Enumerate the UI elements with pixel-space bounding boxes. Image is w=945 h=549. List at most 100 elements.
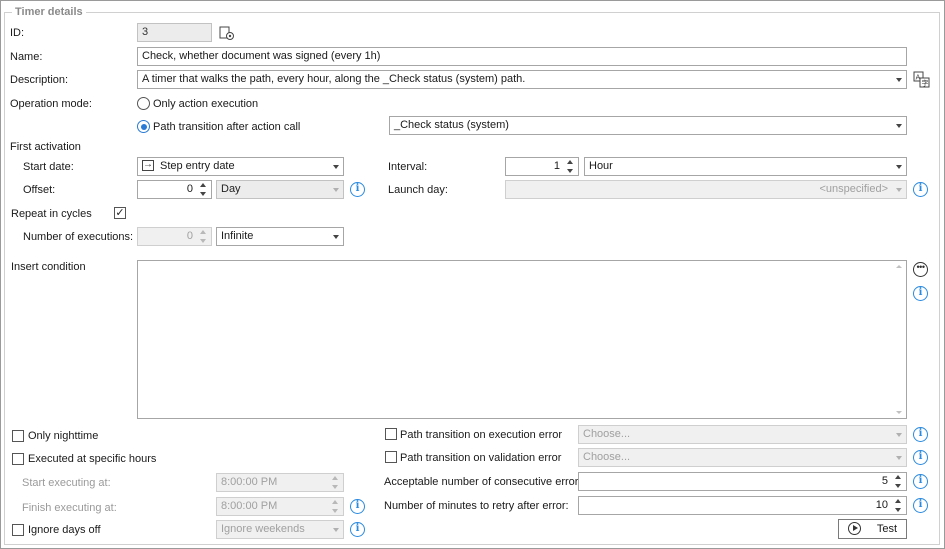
radio-only-action-label: Only action execution xyxy=(153,98,259,110)
executions-label: Number of executions: xyxy=(23,231,134,243)
scroll-down-icon[interactable] xyxy=(896,411,902,414)
consecutive-errors-value: 5 xyxy=(881,475,888,487)
id-field: 3 xyxy=(137,23,212,42)
interval-stepper[interactable]: 1 xyxy=(505,157,579,176)
chevron-down-icon xyxy=(896,433,902,437)
operation-mode-label: Operation mode: xyxy=(10,98,92,110)
spin-arrows-icon[interactable] xyxy=(894,498,904,513)
start-executing-value: 8:00:00 PM xyxy=(221,476,278,488)
launch-day-select[interactable]: <unspecified> xyxy=(505,180,907,199)
interval-value: 1 xyxy=(553,160,560,172)
name-label: Name: xyxy=(10,51,43,63)
chevron-down-icon xyxy=(896,165,902,169)
test-button[interactable]: Test xyxy=(838,519,907,539)
condition-info-icon[interactable]: i xyxy=(913,286,928,301)
start-date-label: Start date: xyxy=(23,161,74,173)
offset-label: Offset: xyxy=(23,184,56,196)
translations-icon[interactable]: A字 xyxy=(913,71,930,88)
consecutive-errors-stepper[interactable]: 5 xyxy=(578,472,907,491)
interval-label: Interval: xyxy=(388,161,428,173)
exec-error-placeholder: Choose... xyxy=(583,428,631,440)
start-date-select[interactable]: Step entry date xyxy=(137,157,344,176)
offset-stepper[interactable]: 0 xyxy=(137,180,212,199)
exec-error-info-icon[interactable]: i xyxy=(913,427,928,442)
chevron-down-icon xyxy=(333,188,339,192)
finish-executing-label: Finish executing at: xyxy=(22,502,117,514)
valid-error-info-icon[interactable]: i xyxy=(913,450,928,465)
offset-value: 0 xyxy=(186,183,193,195)
more-options-icon[interactable]: ••• xyxy=(913,262,928,277)
id-settings-icon[interactable] xyxy=(219,25,235,41)
exec-error-select[interactable]: Choose... xyxy=(578,425,907,444)
description-input[interactable]: A timer that walks the path, every hour,… xyxy=(137,70,907,89)
ignore-days-info-icon[interactable]: i xyxy=(350,522,365,537)
retry-minutes-stepper[interactable]: 10 xyxy=(578,496,907,515)
exec-error-checkbox[interactable] xyxy=(385,428,397,440)
offset-info-icon[interactable]: i xyxy=(350,182,365,197)
ignore-days-value: Ignore weekends xyxy=(221,523,305,535)
consecutive-errors-info-icon[interactable]: i xyxy=(913,474,928,489)
id-label: ID: xyxy=(10,27,25,39)
description-label: Description: xyxy=(10,74,69,86)
ignore-days-select[interactable]: Ignore weekends xyxy=(216,520,344,539)
spin-arrows-icon[interactable] xyxy=(199,229,209,244)
finish-executing-stepper[interactable]: 8:00:00 PM xyxy=(216,497,344,516)
first-activation-label: First activation xyxy=(10,141,81,153)
spin-arrows-icon[interactable] xyxy=(894,474,904,489)
consecutive-errors-label: Acceptable number of consecutive errors: xyxy=(384,476,587,488)
specific-hours-label: Executed at specific hours xyxy=(28,453,157,465)
scroll-up-icon[interactable] xyxy=(896,265,902,268)
retry-minutes-value: 10 xyxy=(875,499,888,511)
step-entry-icon xyxy=(142,158,154,171)
spin-arrows-icon[interactable] xyxy=(331,475,341,490)
executions-value: 0 xyxy=(186,230,193,242)
chevron-down-icon xyxy=(896,78,902,82)
section-title: Timer details xyxy=(12,6,86,18)
retry-minutes-info-icon[interactable]: i xyxy=(913,498,928,513)
svg-text:字: 字 xyxy=(922,79,929,88)
chevron-down-icon xyxy=(896,124,902,128)
ignore-days-off-label: Ignore days off xyxy=(28,524,101,536)
executions-mode-value: Infinite xyxy=(221,230,254,242)
path-select[interactable]: _Check status (system) xyxy=(389,116,907,135)
radio-path-transition[interactable] xyxy=(137,120,150,133)
radio-path-transition-label: Path transition after action call xyxy=(153,121,301,133)
offset-unit-value: Day xyxy=(221,183,241,195)
spin-arrows-icon[interactable] xyxy=(199,182,209,197)
executing-hours-info-icon[interactable]: i xyxy=(350,499,365,514)
repeat-checkbox[interactable]: ✓ xyxy=(114,207,126,219)
chevron-down-icon xyxy=(333,235,339,239)
interval-unit-select[interactable]: Hour xyxy=(584,157,907,176)
finish-executing-value: 8:00:00 PM xyxy=(221,500,278,512)
offset-unit-select[interactable]: Day xyxy=(216,180,344,199)
test-button-label: Test xyxy=(876,523,898,535)
launch-day-label: Launch day: xyxy=(388,184,448,196)
path-select-value: _Check status (system) xyxy=(394,119,509,131)
condition-scrollbar[interactable] xyxy=(892,261,906,418)
executions-stepper[interactable]: 0 xyxy=(137,227,212,246)
spin-arrows-icon[interactable] xyxy=(331,499,341,514)
ignore-days-off-checkbox[interactable] xyxy=(12,524,24,536)
chevron-down-icon xyxy=(896,456,902,460)
chevron-down-icon xyxy=(333,165,339,169)
condition-editor[interactable] xyxy=(137,260,907,419)
exec-error-label: Path transition on execution error xyxy=(400,429,563,441)
start-executing-label: Start executing at: xyxy=(22,477,111,489)
executions-mode-select[interactable]: Infinite xyxy=(216,227,344,246)
launch-day-info-icon[interactable]: i xyxy=(913,182,928,197)
interval-unit-value: Hour xyxy=(589,160,613,172)
radio-only-action[interactable] xyxy=(137,97,150,110)
only-nighttime-label: Only nighttime xyxy=(28,430,99,442)
launch-day-value: <unspecified> xyxy=(819,183,889,195)
valid-error-select[interactable]: Choose... xyxy=(578,448,907,467)
play-icon xyxy=(847,521,861,535)
specific-hours-checkbox[interactable] xyxy=(12,453,24,465)
only-nighttime-checkbox[interactable] xyxy=(12,430,24,442)
name-input[interactable]: Check, whether document was signed (ever… xyxy=(137,47,907,66)
repeat-label: Repeat in cycles xyxy=(11,208,92,220)
condition-label: Insert condition xyxy=(11,261,86,273)
chevron-down-icon xyxy=(896,188,902,192)
valid-error-checkbox[interactable] xyxy=(385,451,397,463)
spin-arrows-icon[interactable] xyxy=(566,159,576,174)
start-executing-stepper[interactable]: 8:00:00 PM xyxy=(216,473,344,492)
